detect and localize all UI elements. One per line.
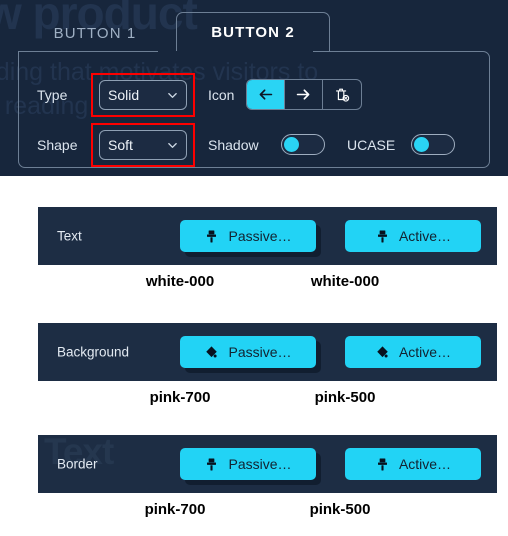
screenshot-root: w product eading that motivates visitors… [0, 0, 508, 536]
section-label: Background [57, 344, 130, 360]
tab-button-2[interactable]: BUTTON 2 [176, 12, 330, 52]
swatch-name-passive: pink-700 [149, 389, 211, 406]
active-tab-notch [158, 51, 313, 54]
brush-icon [207, 230, 217, 242]
section-panel: . Background Passive… Active… [38, 323, 497, 381]
preview-button-label: Active… [398, 456, 452, 472]
tab-button-1[interactable]: BUTTON 1 [18, 14, 172, 52]
preview-section-background: . Background Passive… Active… pink-700 p… [0, 323, 508, 415]
preview-button-label: Passive… [228, 344, 292, 360]
preview-button-label: Passive… [228, 456, 292, 472]
shape-label: Shape [37, 137, 78, 153]
preview-button-active[interactable]: Active… [345, 336, 481, 368]
swatch-name-active: white-000 [310, 273, 380, 290]
section-panel: Text Passive… Active… [38, 207, 497, 265]
arrow-right-icon [296, 89, 310, 100]
shape-highlight-box [91, 123, 195, 167]
preview-button-passive[interactable]: Passive… [180, 336, 316, 368]
tab-bar: BUTTON 1 BUTTON 2 [0, 0, 508, 52]
preview-button-label: Passive… [228, 228, 292, 244]
section-panel: Text Border Passive… Active… [38, 435, 497, 493]
brush-icon [377, 230, 387, 242]
brush-icon [207, 458, 217, 470]
preview-section-text: Text Passive… Active… white-000 white-00… [0, 207, 508, 299]
trash-disabled-icon [336, 88, 350, 102]
section-label: Text [57, 228, 82, 244]
ghost-fragment: . [44, 361, 53, 381]
shadow-toggle[interactable] [281, 134, 325, 155]
icon-option-group [246, 79, 362, 110]
swatch-name-passive: pink-700 [144, 501, 206, 518]
icon-option-none[interactable] [323, 80, 361, 109]
preview-button-active[interactable]: Active… [345, 448, 481, 480]
type-highlight-box [91, 73, 195, 117]
swatch-name-active: pink-500 [314, 389, 376, 406]
shadow-toggle-knob [284, 137, 299, 152]
type-label: Type [37, 87, 68, 103]
preview-button-label: Active… [398, 344, 452, 360]
preview-button-passive[interactable]: Passive… [180, 220, 316, 252]
swatch-name-passive: white-000 [145, 273, 215, 290]
ucase-toggle[interactable] [411, 134, 455, 155]
paint-bucket-icon [377, 345, 388, 357]
ucase-toggle-knob [414, 137, 429, 152]
preview-section-border: Text Border Passive… Active… pink-700 pi… [0, 435, 508, 527]
brush-icon [377, 458, 387, 470]
icon-option-arrow-left[interactable] [247, 80, 285, 109]
icon-label: Icon [208, 87, 235, 103]
ucase-label: UCASE [347, 137, 396, 153]
arrow-left-icon [259, 89, 273, 100]
icon-option-arrow-right[interactable] [285, 80, 323, 109]
section-label: Border [57, 456, 98, 472]
shadow-label: Shadow [208, 137, 259, 153]
button-config-panel: w product eading that motivates visitors… [0, 0, 508, 176]
preview-button-active[interactable]: Active… [345, 220, 481, 252]
preview-button-label: Active… [398, 228, 452, 244]
preview-button-passive[interactable]: Passive… [180, 448, 316, 480]
paint-bucket-icon [206, 345, 218, 357]
swatch-name-active: pink-500 [309, 501, 371, 518]
